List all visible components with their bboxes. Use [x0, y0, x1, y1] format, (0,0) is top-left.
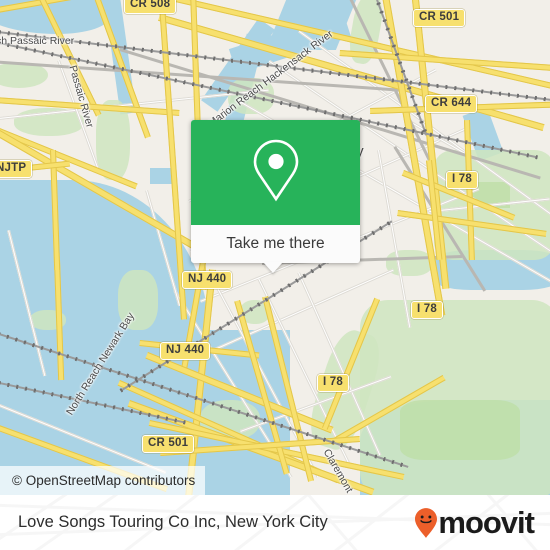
- location-popup[interactable]: Take me there: [191, 120, 360, 273]
- major-road: [339, 50, 550, 72]
- highway-shield[interactable]: CR 501: [413, 9, 466, 27]
- map-canvas[interactable]: ch Passaic River Passaic River Marion Re…: [0, 0, 550, 495]
- highway-shield[interactable]: CR 501: [142, 435, 195, 453]
- popup-cta-label: Take me there: [226, 235, 325, 252]
- moovit-map-page: ch Passaic River Passaic River Marion Re…: [0, 0, 550, 550]
- park-se-large: [360, 300, 550, 495]
- map-label: ch Passaic River: [0, 35, 75, 47]
- page-title: Love Songs Touring Co Inc, New York City: [18, 513, 328, 531]
- popup-cta[interactable]: Take me there: [191, 225, 360, 263]
- park-se-block: [400, 400, 520, 460]
- popup-tail-pointer: [263, 262, 283, 273]
- highway-shield[interactable]: NJ 440: [182, 271, 233, 289]
- map-attribution[interactable]: © OpenStreetMap contributors: [0, 466, 206, 495]
- highway-shield[interactable]: I 78: [446, 171, 478, 189]
- park-e-strip: [386, 250, 432, 276]
- highway-shield[interactable]: CR 508: [124, 0, 177, 14]
- highway-shield[interactable]: CR 644: [425, 95, 478, 113]
- moovit-logo[interactable]: moovit: [415, 504, 535, 540]
- attribution-text: © OpenStreetMap contributors: [12, 473, 196, 488]
- highway-shield[interactable]: I 78: [411, 301, 443, 319]
- popup-header: [191, 120, 360, 225]
- highway-shield[interactable]: I 78: [317, 374, 349, 392]
- bottom-info-bar: Love Songs Touring Co Inc, New York City…: [0, 495, 550, 550]
- highway-shield[interactable]: NJ 440: [160, 342, 211, 360]
- moovit-pin-smiley-icon: [415, 507, 438, 538]
- moovit-wordmark: moovit: [438, 504, 535, 540]
- map-pin-icon: [250, 137, 302, 208]
- highway-shield[interactable]: NJTP: [0, 160, 33, 178]
